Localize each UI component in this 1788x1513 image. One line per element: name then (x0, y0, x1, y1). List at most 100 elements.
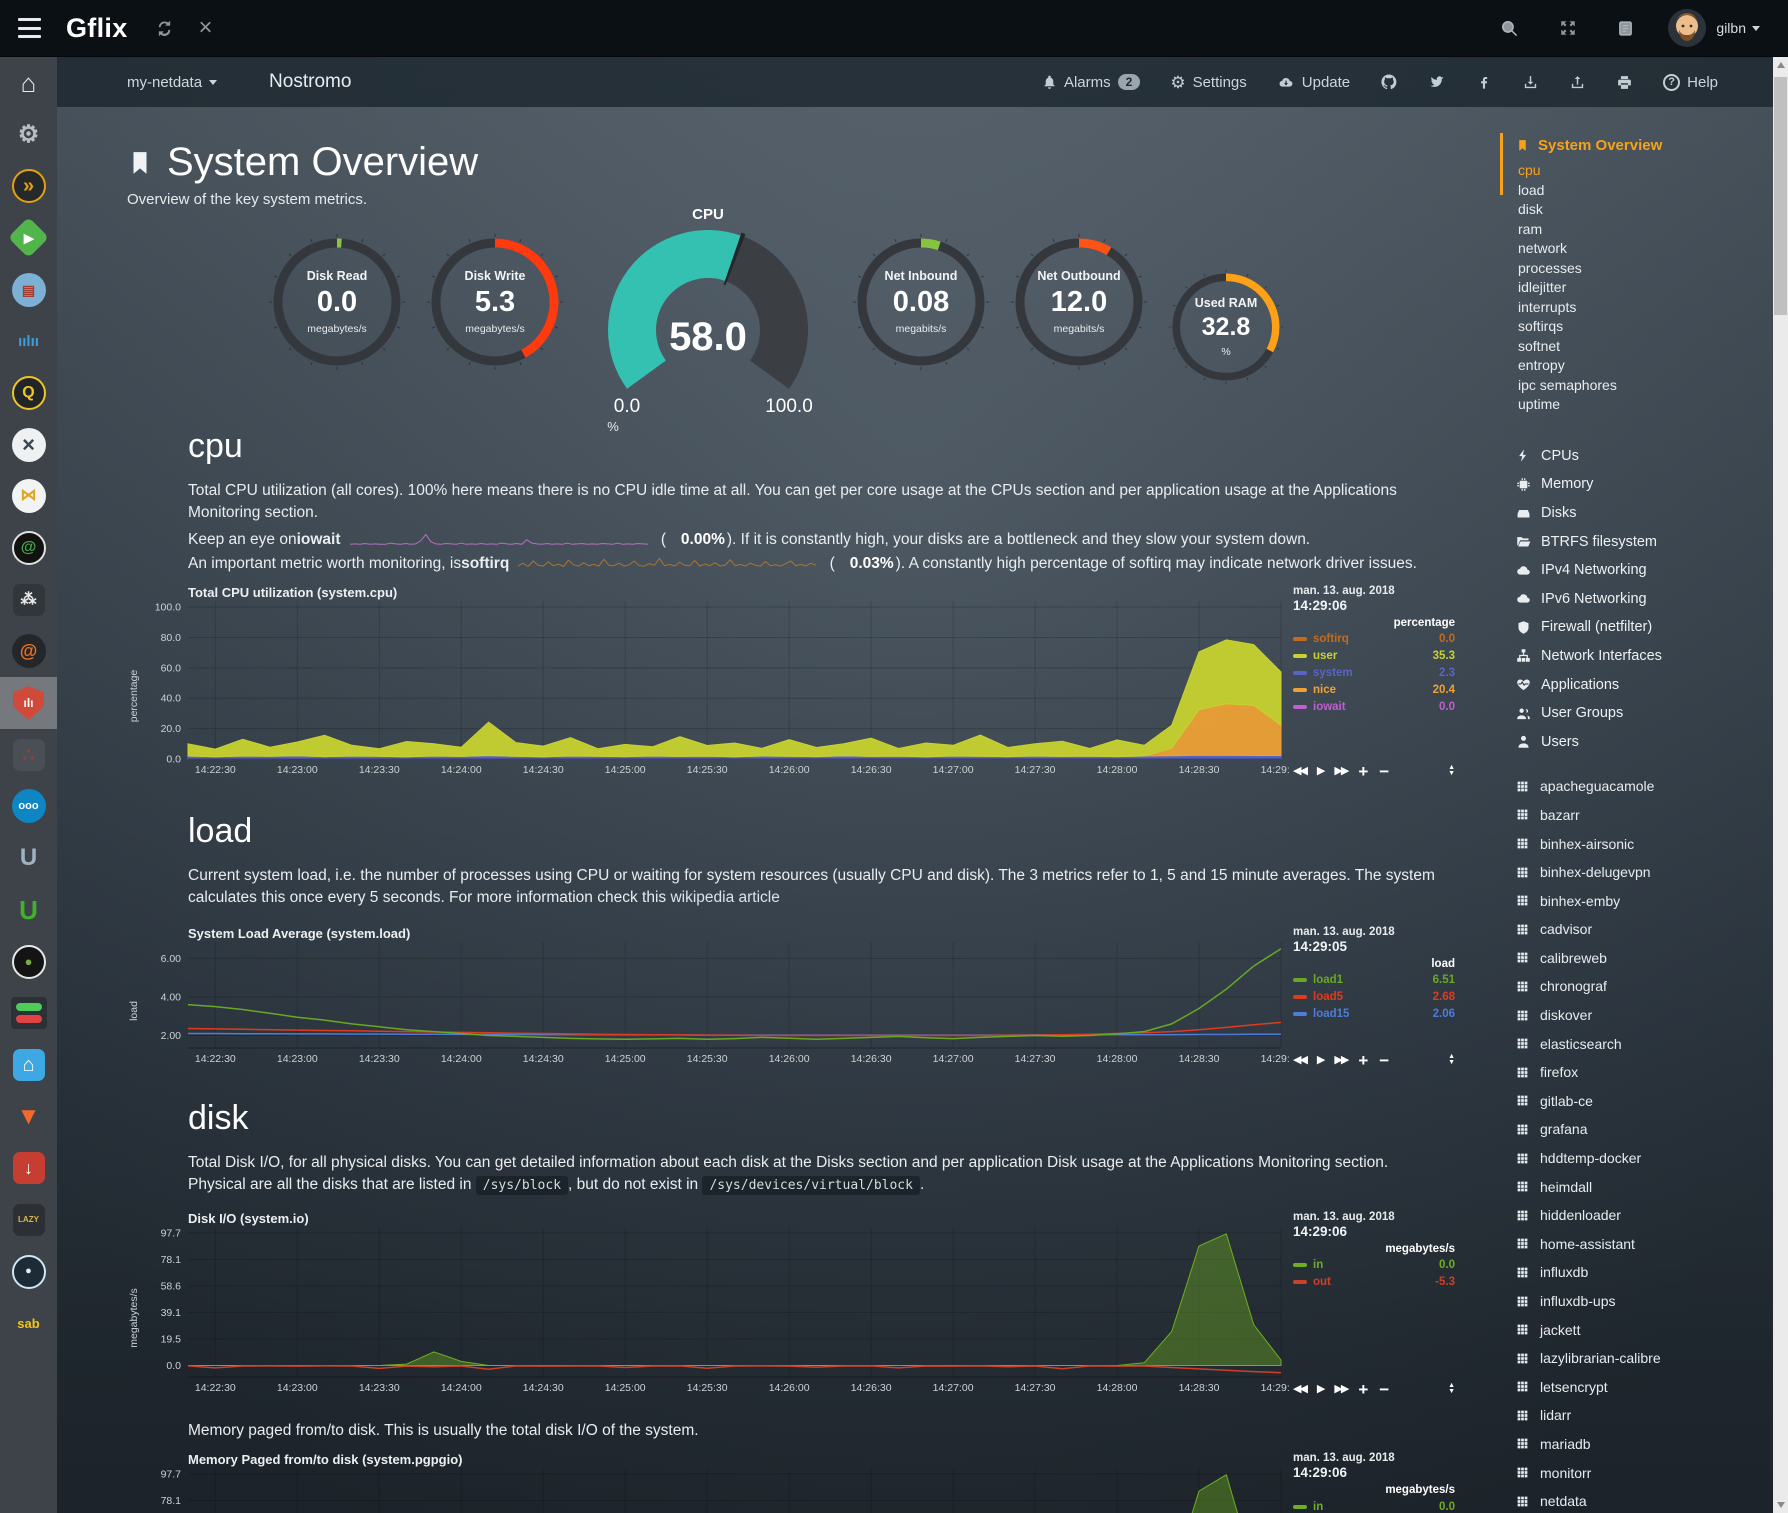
gauge-used-ram[interactable]: Used RAM32.8% (1167, 268, 1285, 386)
sidebar-app-lidarr[interactable]: lidarr (1516, 1401, 1773, 1430)
sidebar-section-user-groups[interactable]: User Groups (1516, 699, 1773, 728)
user-menu[interactable]: gilbn (1716, 20, 1760, 36)
sidebar-item-entropy[interactable]: entropy (1518, 357, 1773, 377)
sidebar-section-memory[interactable]: Memory (1516, 470, 1773, 499)
fullscreen-icon[interactable] (1559, 19, 1577, 37)
chart-play-button[interactable]: ▶ (1317, 766, 1323, 777)
sidebar-app-netdata[interactable]: netdata (1516, 1487, 1773, 1513)
sidebar-section-ipv6-networking[interactable]: IPv6 Networking (1516, 584, 1773, 613)
softirq-sparkline[interactable] (517, 556, 817, 571)
sidebar-item-ipc-semaphores[interactable]: ipc semaphores (1518, 377, 1773, 397)
facebook-icon[interactable] (1476, 74, 1492, 90)
legend-item-load5[interactable]: load52.68 (1293, 989, 1455, 1006)
chart-system-pgpgio[interactable]: Memory Paged from/to disk (system.pgpgio… (126, 1452, 1466, 1513)
chart-play-button[interactable]: ▶ (1317, 1384, 1323, 1395)
chart-canvas-system-cpu[interactable]: percentage0.020.040.060.080.0100.014:22:… (126, 601, 1466, 784)
dock-app-droplet-app[interactable]: ● (0, 1246, 57, 1298)
gauge-disk-read[interactable]: Disk Read0.0megabytes/s (267, 232, 407, 372)
sidebar-section-disks[interactable]: Disks (1516, 499, 1773, 528)
legend-item-in[interactable]: in0.0 (1293, 1257, 1455, 1274)
chart-zoom-in-button[interactable]: + (1358, 763, 1368, 780)
page-scrollbar[interactable] (1773, 57, 1788, 1513)
chart-pan-right-button[interactable]: ▶▶ (1334, 766, 1347, 777)
dock-app-lazylibrarian[interactable]: LAZY (0, 1194, 57, 1246)
legend-item-load15[interactable]: load152.06 (1293, 1006, 1455, 1023)
sidebar-section-network-interfaces[interactable]: Network Interfaces (1516, 642, 1773, 671)
chart-pan-left-button[interactable]: ◀◀ (1293, 766, 1306, 777)
dock-app-airsonic[interactable]: ıılıı (0, 315, 57, 367)
github-icon[interactable] (1380, 73, 1398, 91)
sidebar-app-monitorr[interactable]: monitorr (1516, 1458, 1773, 1487)
sidebar-app-influxdb-ups[interactable]: influxdb-ups (1516, 1287, 1773, 1316)
gauge-disk-write[interactable]: Disk Write5.3megabytes/s (425, 232, 565, 372)
legend-item-system[interactable]: system2.3 (1293, 665, 1455, 682)
legend-item-nice[interactable]: nice20.4 (1293, 682, 1455, 699)
chart-zoom-in-button[interactable]: + (1358, 1381, 1368, 1398)
chart-canvas-system-load[interactable]: load2.004.006.0014:22:3014:23:0014:23:30… (126, 942, 1466, 1073)
gauge-net-inbound[interactable]: Net Inbound0.08megabits/s (851, 232, 991, 372)
sidebar-item-load[interactable]: load (1518, 182, 1773, 202)
dock-app-grafana[interactable]: @ (0, 626, 57, 678)
sidebar-item-disk[interactable]: disk (1518, 201, 1773, 221)
chart-zoom-in-button[interactable]: + (1358, 1052, 1368, 1069)
sidebar-section-applications[interactable]: Applications (1516, 670, 1773, 699)
sidebar-app-hiddenloader[interactable]: hiddenloader (1516, 1201, 1773, 1230)
chart-canvas-system-pgpgio[interactable]: megabytes/s0.019.539.158.678.197.714:22:… (126, 1468, 1466, 1513)
sidebar-item-cpu[interactable]: cpu (1518, 162, 1773, 182)
sidebar-section-cpus[interactable]: CPUs (1516, 442, 1773, 471)
legend-item-softirq[interactable]: softirq0.0 (1293, 631, 1455, 648)
dock-app-monitorr[interactable] (0, 987, 57, 1039)
dock-app-node-graph-app[interactable]: ⁂ (0, 574, 57, 626)
chart-pan-left-button[interactable]: ◀◀ (1293, 1384, 1306, 1395)
chart-pan-right-button[interactable]: ▶▶ (1334, 1055, 1347, 1066)
sidebar-app-binhex-airsonic[interactable]: binhex-airsonic (1516, 829, 1773, 858)
legend-item-user[interactable]: user35.3 (1293, 648, 1455, 665)
changelog-icon[interactable] (1617, 20, 1634, 37)
user-avatar[interactable] (1668, 9, 1706, 47)
dock-app-green-u-app[interactable]: U (0, 884, 57, 936)
scrollbar-down-arrow[interactable] (1773, 1497, 1788, 1513)
sidebar-app-influxdb[interactable]: influxdb (1516, 1258, 1773, 1287)
dock-app-netdata[interactable]: ılı (0, 677, 57, 729)
search-icon[interactable] (1500, 19, 1519, 38)
sidebar-item-idlejitter[interactable]: idlejitter (1518, 279, 1773, 299)
settings-button[interactable]: ⚙ Settings (1170, 74, 1246, 91)
sidebar-section-users[interactable]: Users (1516, 727, 1773, 756)
legend-item-iowait[interactable]: iowait0.0 (1293, 699, 1455, 716)
sidebar-app-chronograf[interactable]: chronograf (1516, 972, 1773, 1001)
sidebar-item-processes[interactable]: processes (1518, 260, 1773, 280)
wikipedia-link[interactable]: wikipedia article (670, 889, 779, 906)
sidebar-app-home-assistant[interactable]: home-assistant (1516, 1230, 1773, 1259)
dock-app-berries-app[interactable]: ∴ (0, 729, 57, 781)
sidebar-item-interrupts[interactable]: interrupts (1518, 299, 1773, 319)
help-button[interactable]: ? Help (1663, 74, 1718, 91)
my-netdata-dropdown[interactable]: my-netdata (127, 74, 217, 91)
sidebar-system-overview[interactable]: System Overview (1516, 137, 1773, 154)
dock-app-bowtie-app[interactable]: ⋈ (0, 471, 57, 523)
scrollbar-thumb[interactable] (1774, 77, 1787, 315)
sidebar-app-diskover[interactable]: diskover (1516, 1001, 1773, 1030)
gauge-net-outbound[interactable]: Net Outbound12.0megabits/s (1009, 232, 1149, 372)
chart-canvas-system-io[interactable]: megabytes/s0.019.539.158.678.197.714:22:… (126, 1227, 1466, 1402)
sidebar-item-softnet[interactable]: softnet (1518, 338, 1773, 358)
gauge-cpu[interactable]: CPU58.00.0100.0% (583, 206, 833, 439)
dock-app-plate-app[interactable]: ● (0, 936, 57, 988)
dock-app-youtube-dl[interactable]: ↓ (0, 1142, 57, 1194)
sidebar-app-heimdall[interactable]: heimdall (1516, 1172, 1773, 1201)
chart-pan-left-button[interactable]: ◀◀ (1293, 1055, 1306, 1066)
sidebar-app-mariadb[interactable]: mariadb (1516, 1430, 1773, 1459)
chart-system-cpu[interactable]: Total CPU utilization (system.cpu)percen… (126, 585, 1466, 784)
dock-app-projector-app[interactable]: ▤ (0, 264, 57, 316)
dock-app-emby[interactable]: ▶ (0, 212, 57, 264)
sidebar-app-letsencrypt[interactable]: letsencrypt (1516, 1373, 1773, 1402)
chart-resize-handle[interactable]: ▲▼ (1448, 765, 1455, 778)
sidebar-app-cadvisor[interactable]: cadvisor (1516, 915, 1773, 944)
sidebar-app-hddtemp-docker[interactable]: hddtemp-docker (1516, 1144, 1773, 1173)
sidebar-item-ram[interactable]: ram (1518, 221, 1773, 241)
sidebar-app-gitlab-ce[interactable]: gitlab-ce (1516, 1087, 1773, 1116)
chart-zoom-out-button[interactable]: − (1379, 763, 1389, 780)
sidebar-app-calibreweb[interactable]: calibreweb (1516, 944, 1773, 973)
dock-app-settings[interactable]: ⚙ (0, 109, 57, 161)
sidebar-section-btrfs-filesystem[interactable]: BTRFS filesystem (1516, 527, 1773, 556)
chart-zoom-out-button[interactable]: − (1379, 1381, 1389, 1398)
